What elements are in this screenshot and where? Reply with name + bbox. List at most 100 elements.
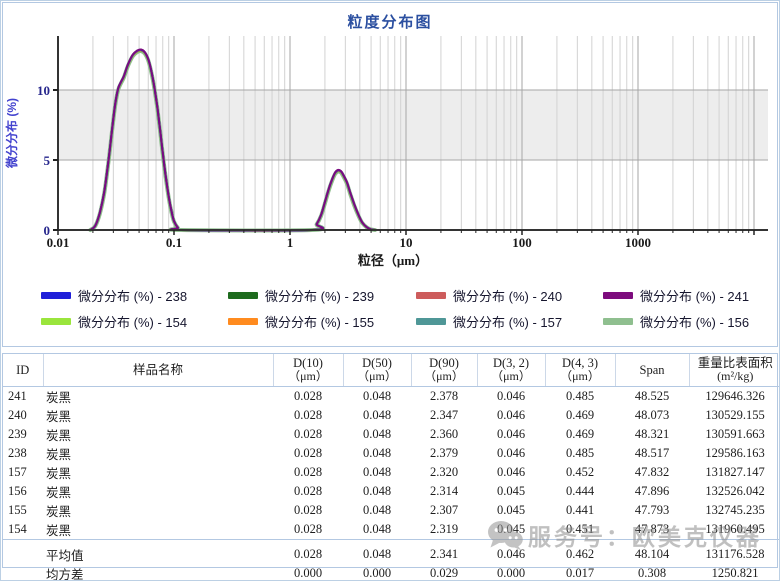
table-cell: 0.028: [273, 425, 343, 444]
x-tick-label: 1000: [625, 235, 651, 250]
table-cell: 1250.821: [689, 564, 780, 581]
legend-label: 微分分布 (%) - 156: [640, 312, 749, 331]
legend-label: 微分分布 (%) - 154: [78, 312, 187, 331]
table-cell: 0.000: [477, 564, 545, 581]
table-cell: 47.793: [615, 501, 689, 520]
table-cell: 0.000: [273, 564, 343, 581]
table-header-sub: （μm）: [414, 370, 475, 384]
chart-title: 粒度分布图: [3, 11, 777, 32]
chart-panel: 0.010.111010010000510 粒度分布图 微分分布 (%) 粒径（…: [2, 2, 778, 347]
legend-swatch: [416, 292, 446, 299]
table-cell: 0.028: [273, 387, 343, 407]
table-cell: 2.319: [411, 520, 477, 540]
table-row: 238炭黑0.0280.0482.3790.0460.48548.5171295…: [3, 444, 780, 463]
table-cell: 47.896: [615, 482, 689, 501]
table-row: 156炭黑0.0280.0482.3140.0450.44447.8961325…: [3, 482, 780, 501]
table-cell: 47.832: [615, 463, 689, 482]
table-cell: 129586.163: [689, 444, 780, 463]
table-cell: 炭黑: [43, 520, 273, 540]
table-cell: 平均值: [43, 540, 273, 565]
report-page: 0.010.111010010000510 粒度分布图 微分分布 (%) 粒径（…: [0, 0, 780, 581]
results-table: ID样品名称D(10)（μm）D(50)（μm）D(90)（μm）D(3, 2)…: [3, 354, 780, 581]
table-cell: 2.347: [411, 406, 477, 425]
table-row: 157炭黑0.0280.0482.3200.0460.45247.8321318…: [3, 463, 780, 482]
table-cell: 2.307: [411, 501, 477, 520]
table-header-cell: ID: [3, 354, 43, 387]
table-cell: 0.048: [343, 387, 411, 407]
table-cell: 0.028: [273, 463, 343, 482]
chart-legend: 微分分布 (%) - 238微分分布 (%) - 239微分分布 (%) - 2…: [41, 286, 771, 331]
legend-item-155: 微分分布 (%) - 155: [228, 312, 416, 331]
legend-swatch: [228, 318, 258, 325]
table-row: 239炭黑0.0280.0482.3600.0460.46948.3211305…: [3, 425, 780, 444]
table-cell: 0.452: [545, 463, 615, 482]
table-header-cell: Span: [615, 354, 689, 387]
table-cell: 132745.235: [689, 501, 780, 520]
table-header-cell: 样品名称: [43, 354, 273, 387]
table-cell: 0.028: [273, 482, 343, 501]
table-cell: 2.341: [411, 540, 477, 565]
table-cell: 0.045: [477, 520, 545, 540]
table-cell: 炭黑: [43, 482, 273, 501]
table-cell: 均方差: [43, 564, 273, 581]
legend-swatch: [603, 318, 633, 325]
summary-row: 平均值0.0280.0482.3410.0460.46248.104131176…: [3, 540, 780, 565]
legend-swatch: [41, 292, 71, 299]
table-header-row: ID样品名称D(10)（μm）D(50)（μm）D(90)（μm）D(3, 2)…: [3, 354, 780, 387]
table-cell: 0.046: [477, 540, 545, 565]
table-cell: 2.378: [411, 387, 477, 407]
table-cell: 0.046: [477, 425, 545, 444]
table-header-sub: （μm）: [276, 370, 341, 384]
table-row: 241炭黑0.0280.0482.3780.0460.48548.5251296…: [3, 387, 780, 407]
legend-swatch: [228, 292, 258, 299]
table-cell: 0.028: [273, 444, 343, 463]
x-axis-label: 粒径（μm）: [293, 250, 493, 269]
table-cell: 0.045: [477, 482, 545, 501]
table-cell: 47.873: [615, 520, 689, 540]
table-cell: 130591.663: [689, 425, 780, 444]
table-cell: 0.048: [343, 463, 411, 482]
table-cell: 2.379: [411, 444, 477, 463]
x-tick-label: 1: [287, 235, 294, 250]
table-cell: 132526.042: [689, 482, 780, 501]
table-header-sub: （μm）: [480, 370, 543, 384]
table-cell: 0.469: [545, 406, 615, 425]
table-cell: 0.000: [343, 564, 411, 581]
distribution-plot: 0.010.111010010000510: [3, 3, 777, 277]
table-cell: 0.045: [477, 501, 545, 520]
table-cell: 0.048: [343, 425, 411, 444]
table-header-cell: D(90)（μm）: [411, 354, 477, 387]
table-cell: 炭黑: [43, 463, 273, 482]
table-cell: 0.048: [343, 540, 411, 565]
table-header-cell: D(3, 2)（μm）: [477, 354, 545, 387]
table-cell: 0.046: [477, 406, 545, 425]
table-cell: 0.444: [545, 482, 615, 501]
table-cell: 48.517: [615, 444, 689, 463]
table-cell: 0.485: [545, 444, 615, 463]
table-row: 154炭黑0.0280.0482.3190.0450.45147.8731319…: [3, 520, 780, 540]
table-cell: 131960.495: [689, 520, 780, 540]
table-cell: 0.048: [343, 406, 411, 425]
table-header-cell: D(10)（μm）: [273, 354, 343, 387]
table-cell: 2.360: [411, 425, 477, 444]
table-cell: 0.048: [343, 501, 411, 520]
table-cell: 0.308: [615, 564, 689, 581]
legend-label: 微分分布 (%) - 155: [265, 312, 374, 331]
legend-label: 微分分布 (%) - 241: [640, 286, 749, 305]
shaded-band: [58, 90, 768, 160]
y-axis-label: 微分分布 (%): [3, 74, 19, 192]
table-cell: 0.046: [477, 387, 545, 407]
table-cell: 2.314: [411, 482, 477, 501]
table-cell: 0.046: [477, 463, 545, 482]
table-cell: 0.028: [273, 520, 343, 540]
table-cell: 0.028: [273, 406, 343, 425]
table-cell: 0.048: [343, 482, 411, 501]
table-cell: 0.469: [545, 425, 615, 444]
table-cell: 炭黑: [43, 425, 273, 444]
legend-swatch: [41, 318, 71, 325]
legend-swatch: [416, 318, 446, 325]
table-cell: 炭黑: [43, 444, 273, 463]
legend-label: 微分分布 (%) - 157: [453, 312, 562, 331]
table-cell: 0.048: [343, 520, 411, 540]
table-cell: 48.104: [615, 540, 689, 565]
